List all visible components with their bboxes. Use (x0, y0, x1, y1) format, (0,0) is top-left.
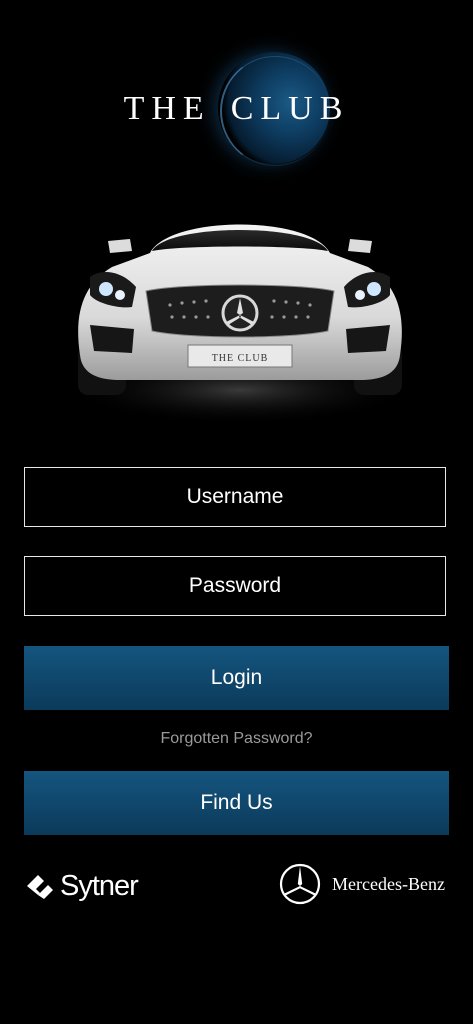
mercedes-star-icon (279, 863, 321, 905)
app-logo: THE CLUB (0, 40, 473, 180)
password-input[interactable] (25, 556, 445, 616)
plate-text: THE CLUB (212, 353, 269, 364)
sytner-diamond-icon (27, 875, 53, 899)
hero-car-image: THE CLUB (65, 224, 415, 425)
mercedes-label: Mercedes-Benz (332, 873, 445, 894)
find-us-button-label: Find Us (200, 791, 273, 814)
login-button-label: Login (210, 666, 263, 689)
mercedes-benz-logo: Mercedes-Benz (278, 860, 445, 908)
username-field[interactable] (24, 467, 446, 527)
username-input[interactable] (25, 467, 445, 527)
login-button[interactable]: Login (24, 646, 449, 710)
find-us-button[interactable]: Find Us (24, 771, 449, 835)
password-field[interactable] (24, 556, 446, 616)
sytner-logo: Sytner (24, 866, 139, 906)
logo-text-club: CLUB (230, 90, 350, 127)
logo-text-the: THE (123, 90, 211, 127)
forgot-password-link[interactable]: Forgotten Password? (0, 730, 473, 748)
logo-text: THE CLUB (0, 90, 473, 128)
sytner-label: Sytner (60, 869, 139, 902)
